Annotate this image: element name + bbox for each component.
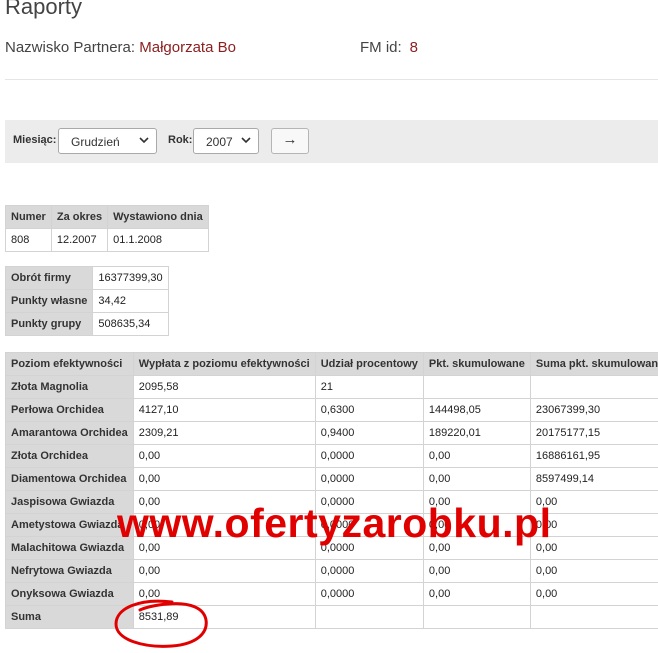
year-label: Rok:	[168, 134, 193, 146]
partner-name: Małgorzata Bo	[139, 39, 236, 56]
year-select-value: 2007	[206, 135, 233, 149]
table-row: Amarantowa Orchidea 2309,21 0,9400 189220,0…	[5, 421, 658, 445]
table-cell: 0,00	[422, 444, 531, 468]
table-cell: 23067399,30	[529, 398, 658, 422]
invoice-table: Numer Za okres Wystawiono dnia 808 12.20…	[5, 205, 209, 252]
table-cell: 12.2007	[50, 228, 109, 252]
table-cell: 0,00	[422, 559, 531, 583]
table-row: Punkty grupy 508635,34	[4, 312, 169, 336]
table-cell: 508635,34	[92, 312, 169, 336]
table-cell	[529, 605, 658, 629]
highlight-circle-annotation	[114, 599, 208, 648]
table-cell: 0,0000	[314, 467, 424, 491]
year-select[interactable]: 2007	[193, 128, 259, 154]
month-select[interactable]: Grudzień	[58, 128, 157, 154]
table-row: Perłowa Orchidea 4127,10 0,6300 144498,05 23…	[5, 398, 658, 422]
table-cell: 189220,01	[422, 421, 531, 445]
table-cell: 2095,58	[132, 375, 316, 399]
header-cell: Poziom efektywności	[5, 352, 134, 376]
table-cell: 0,9400	[314, 421, 424, 445]
header-cell: Udział procentowy	[314, 352, 424, 376]
filter-bar: Miesiąc: Grudzień Rok: 2007 →	[5, 120, 658, 163]
header-cell: Pkt. skumulowane	[422, 352, 531, 376]
table-cell: 0,00	[422, 467, 531, 491]
table-cell: 0,6300	[314, 398, 424, 422]
table-cell: 0,0000	[314, 444, 424, 468]
page-title: Raporty	[5, 0, 83, 19]
arrow-right-icon: →	[282, 131, 298, 148]
table-cell: 0,0000	[314, 559, 424, 583]
row-header-cell: Amarantowa Orchidea	[5, 421, 134, 445]
header-cell: Suma pkt. skumulowanych	[529, 352, 658, 376]
table-cell: 0,00	[132, 444, 316, 468]
table-row: Punkty własne 34,42	[4, 289, 169, 313]
go-button[interactable]: →	[271, 128, 309, 154]
header-cell: Wystawiono dnia	[107, 205, 209, 229]
row-header-cell: Nefrytowa Gwiazda	[5, 559, 134, 583]
header-cell: Wypłata z poziomu efektywności	[132, 352, 316, 376]
table-cell: 2309,21	[132, 421, 316, 445]
row-header-cell: Obrót firmy	[4, 266, 94, 290]
table-header-row: Numer Za okres Wystawiono dnia	[5, 205, 209, 229]
row-header-cell: Złota Orchidea	[5, 444, 134, 468]
table-row: Złota Orchidea 0,00 0,0000 0,00 16886161,95	[5, 444, 658, 468]
table-row: 808 12.2007 01.1.2008	[5, 228, 209, 252]
row-header-cell: Ametystowa Gwiazda	[5, 513, 134, 537]
watermark: www.ofertyzarobku.pl	[117, 500, 552, 546]
row-header-cell: Perłowa Orchidea	[5, 398, 134, 422]
month-select-value: Grudzień	[71, 135, 120, 149]
table-row: Suma 8531,89	[5, 605, 658, 629]
divider	[5, 79, 658, 80]
header-cell: Za okres	[50, 205, 109, 229]
table-header-row: Poziom efektywności Wypłata z poziomu ef…	[5, 352, 658, 376]
table-cell: 0,00	[529, 582, 658, 606]
month-label: Miesiąc:	[13, 134, 57, 146]
table-cell	[314, 605, 424, 629]
table-cell: 0,00	[132, 559, 316, 583]
table-row: Obrót firmy 16377399,30	[4, 266, 169, 290]
table-cell	[422, 375, 531, 399]
row-header-cell: Punkty grupy	[4, 312, 94, 336]
fm-id-line: FM id: 8	[360, 39, 418, 56]
chevron-down-icon	[139, 137, 149, 144]
row-header-cell: Malachitowa Gwiazda	[5, 536, 134, 560]
table-row: Diamentowa Orchidea 0,00 0,0000 0,00 8597499…	[5, 467, 658, 491]
row-header-cell: Punkty własne	[4, 289, 94, 313]
partner-name-line: Nazwisko Partnera: Małgorzata Bo	[5, 39, 236, 56]
levels-table: Poziom efektywności Wypłata z poziomu ef…	[5, 352, 658, 629]
row-header-cell: Diamentowa Orchidea	[5, 467, 134, 491]
table-cell: 0,0000	[314, 582, 424, 606]
partner-label: Nazwisko Partnera:	[5, 39, 136, 56]
chevron-down-icon	[241, 137, 251, 144]
table-cell: 144498,05	[422, 398, 531, 422]
table-cell	[529, 375, 658, 399]
table-cell: 0,00	[422, 582, 531, 606]
row-header-cell: Złota Magnolia	[5, 375, 134, 399]
row-header-cell: Jaspisowa Gwiazda	[5, 490, 134, 514]
table-row: Onyksowa Gwiazda 0,00 0,0000 0,00 0,00	[5, 582, 658, 606]
table-cell: 0,00	[132, 467, 316, 491]
table-row: Nefrytowa Gwiazda 0,00 0,0000 0,00 0,00	[5, 559, 658, 583]
fm-id-value: 8	[409, 39, 419, 56]
table-cell: 21	[314, 375, 424, 399]
table-cell: 808	[5, 228, 52, 252]
fm-id-label: FM id:	[360, 39, 402, 56]
table-cell	[422, 605, 531, 629]
table-cell: 0,00	[529, 559, 658, 583]
table-cell: 16886161,95	[529, 444, 658, 468]
table-cell: 16377399,30	[92, 266, 169, 290]
table-cell: 8597499,14	[529, 467, 658, 491]
header-cell: Numer	[5, 205, 52, 229]
table-cell: 4127,10	[132, 398, 316, 422]
summary-table: Obrót firmy 16377399,30 Punkty własne 34…	[4, 266, 169, 336]
table-cell: 01.1.2008	[107, 228, 209, 252]
table-cell: 34,42	[92, 289, 169, 313]
table-cell: 20175177,15	[529, 421, 658, 445]
table-row: Złota Magnolia 2095,58 21	[5, 375, 658, 399]
